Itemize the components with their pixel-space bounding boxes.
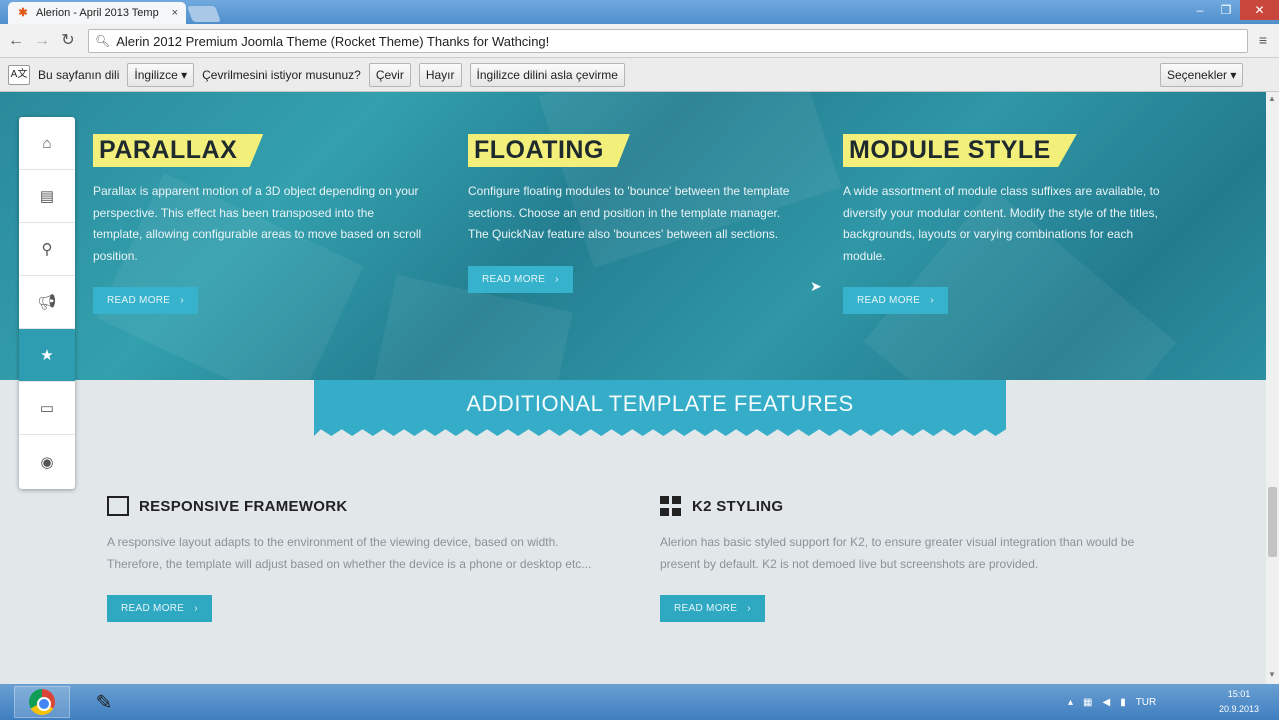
feature-title: MODULE STYLE: [843, 134, 1077, 167]
never-translate-button[interactable]: İngilizce dilini asla çevirme: [469, 62, 625, 87]
browser-icon[interactable]: ▤: [19, 170, 75, 223]
browser-tab[interactable]: ✱ Alerion - April 2013 Temp ×: [8, 2, 186, 24]
browser-toolbar: ← → ↻ 🔍︎ Alerin 2012 Premium Joomla Them…: [0, 24, 1279, 58]
read-more-button[interactable]: READ MORE ›: [843, 287, 948, 314]
chrome-menu-icon[interactable]: ≡: [1254, 32, 1272, 50]
title-bar: ✱ Alerion - April 2013 Temp × – ❐ ✕: [0, 0, 1279, 24]
translate-icon: A文: [8, 64, 30, 85]
back-arrow-icon[interactable]: ←: [6, 31, 26, 51]
chrome-logo-icon: [29, 689, 55, 715]
globe-icon[interactable]: ◉: [19, 435, 75, 488]
address-text: Alerin 2012 Premium Joomla Theme (Rocket…: [116, 33, 550, 49]
chevron-right-icon: ›: [194, 603, 198, 614]
quicknav-menu: ⌂ ▤ ⚲ 📢︎ ★ ▭ ◉: [19, 117, 75, 489]
page-scrollbar[interactable]: ▲ ▼: [1266, 92, 1279, 684]
language-select[interactable]: İngilizce ▾: [127, 62, 195, 87]
translate-bar: A文 Bu sayfanın dili İngilizce ▾ Çevrilme…: [0, 58, 1279, 92]
scroll-down-arrow-icon[interactable]: ▼: [1268, 670, 1276, 679]
feature-floating: FLOATING Configure floating modules to '…: [468, 134, 798, 293]
feature-module-style: MODULE STYLE A wide assortment of module…: [843, 134, 1173, 314]
feature-description: A wide assortment of module class suffix…: [843, 184, 1160, 263]
map-pin-icon[interactable]: ⚲: [19, 223, 75, 276]
address-bar[interactable]: 🔍︎ Alerin 2012 Premium Joomla Theme (Roc…: [88, 29, 1248, 53]
chevron-right-icon: ›: [747, 603, 751, 614]
feature-title: FLOATING: [468, 134, 630, 167]
tab-title: Alerion - April 2013 Temp: [36, 7, 159, 19]
feature-description: Parallax is apparent motion of a 3D obje…: [93, 184, 422, 263]
power-icon[interactable]: ▮: [1120, 697, 1126, 708]
section-ribbon-title: ADDITIONAL TEMPLATE FEATURES: [314, 380, 1006, 436]
read-more-button[interactable]: READ MORE ›: [107, 595, 212, 622]
feature-title: PARALLAX: [93, 134, 264, 167]
network-icon[interactable]: ▦: [1083, 697, 1092, 708]
read-more-button[interactable]: READ MORE ›: [468, 265, 573, 293]
feature-showcase-section: PARALLAX Parallax is apparent motion of …: [0, 92, 1266, 380]
close-window-button[interactable]: ✕: [1240, 0, 1279, 20]
feature-responsive-framework: RESPONSIVE FRAMEWORK A responsive layout…: [107, 496, 617, 622]
scroll-thumb[interactable]: [1268, 487, 1277, 557]
feature-description: Alerion has basic styled support for K2,…: [660, 535, 1135, 571]
feature-description: A responsive layout adapts to the enviro…: [107, 535, 592, 571]
page-viewport: PARALLAX Parallax is apparent motion of …: [0, 92, 1266, 684]
new-tab-button[interactable]: [187, 6, 221, 22]
star-icon[interactable]: ★: [19, 329, 75, 382]
grid-icon: [660, 496, 682, 516]
no-button[interactable]: Hayır: [418, 62, 462, 87]
chevron-right-icon: ›: [930, 295, 934, 306]
search-icon: 🔍︎: [95, 34, 111, 48]
translate-prompt: Bu sayfanın dili: [38, 67, 120, 82]
volume-icon[interactable]: ◀: [1102, 697, 1110, 708]
input-language[interactable]: TUR: [1136, 697, 1157, 708]
chevron-right-icon: ›: [180, 295, 184, 306]
feature-title: RESPONSIVE FRAMEWORK: [139, 497, 348, 515]
system-tray: ▴ ▦ ◀ ▮ TUR: [1068, 684, 1156, 720]
tab-close-icon[interactable]: ×: [172, 7, 178, 19]
megaphone-icon[interactable]: 📢︎: [19, 276, 75, 329]
tray-arrow-icon[interactable]: ▴: [1068, 697, 1073, 708]
home-icon[interactable]: ⌂: [19, 117, 75, 170]
windows-taskbar: ✎ ▴ ▦ ◀ ▮ TUR 15:01 20.9.2013: [0, 684, 1279, 720]
feature-k2-styling: K2 STYLING Alerion has basic styled supp…: [660, 496, 1160, 622]
scroll-up-arrow-icon[interactable]: ▲: [1268, 94, 1276, 103]
joomla-favicon-icon: ✱: [18, 7, 28, 19]
translate-button[interactable]: Çevir: [368, 62, 411, 87]
taskbar-app-button[interactable]: ✎: [76, 686, 132, 718]
mouse-cursor-icon: ➤: [810, 278, 822, 294]
read-more-button[interactable]: READ MORE ›: [93, 287, 198, 314]
layout-columns-icon: [107, 496, 129, 516]
feature-description: Configure floating modules to 'bounce' b…: [468, 184, 790, 241]
feature-title: K2 STYLING: [692, 497, 784, 515]
minimize-button[interactable]: –: [1187, 0, 1213, 20]
read-more-button[interactable]: READ MORE ›: [660, 595, 765, 622]
monitor-icon[interactable]: ▭: [19, 382, 75, 435]
chevron-right-icon: ›: [555, 273, 559, 285]
feature-parallax: PARALLAX Parallax is apparent motion of …: [93, 134, 423, 314]
translate-question: Çevrilmesini istiyor musunuz?: [202, 67, 361, 82]
taskbar-chrome-button[interactable]: [14, 686, 70, 718]
app-icon: ✎: [95, 691, 113, 714]
maximize-button[interactable]: ❐: [1213, 0, 1239, 20]
options-button[interactable]: Seçenekler ▾: [1160, 63, 1244, 87]
forward-arrow-icon[interactable]: →: [32, 31, 52, 51]
taskbar-clock[interactable]: 15:01 20.9.2013: [1214, 687, 1264, 717]
reload-icon[interactable]: ↻: [58, 31, 78, 51]
